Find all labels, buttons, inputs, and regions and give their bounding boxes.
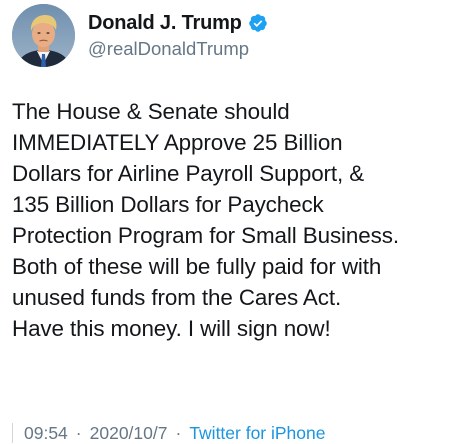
tweet-time[interactable]: 09:54 xyxy=(24,423,68,444)
meta-separator: · xyxy=(175,422,182,443)
profile-photo-icon xyxy=(12,4,75,67)
tweet-metadata: 09:54 · 2020/10/7 · Twitter for iPhone xyxy=(12,421,325,444)
avatar[interactable] xyxy=(12,4,75,67)
tweet-text-line: unused funds from the Cares Act. xyxy=(12,285,342,310)
tweet-date[interactable]: 2020/10/7 xyxy=(90,423,168,444)
tweet-text-line: 135 Billion Dollars for Paycheck xyxy=(12,192,324,217)
tweet-source-link[interactable]: Twitter for iPhone xyxy=(189,423,325,444)
meta-separator: · xyxy=(75,422,82,443)
tweet-text-line: Both of these will be fully paid for wit… xyxy=(12,254,382,279)
tweet-text: The House & Senate should IMMEDIATELY Ap… xyxy=(12,96,448,344)
tweet-text-line: Have this money. I will sign now! xyxy=(12,316,331,341)
tweet-text-line: The House & Senate should xyxy=(12,99,290,124)
tweet-text-line: IMMEDIATELY Approve 25 Billion xyxy=(12,130,343,155)
author-name-row: Donald J. Trump xyxy=(88,10,268,36)
author-display-name[interactable]: Donald J. Trump xyxy=(88,12,242,35)
left-divider xyxy=(12,423,13,443)
tweet-card: Donald J. Trump @realDonaldTrump The Hou… xyxy=(0,0,452,444)
author-handle[interactable]: @realDonaldTrump xyxy=(88,38,249,60)
tweet-text-line: Dollars for Airline Payroll Support, & xyxy=(12,161,365,186)
verified-badge-icon xyxy=(248,14,267,32)
tweet-text-line: Protection Program for Small Business. xyxy=(12,223,399,248)
